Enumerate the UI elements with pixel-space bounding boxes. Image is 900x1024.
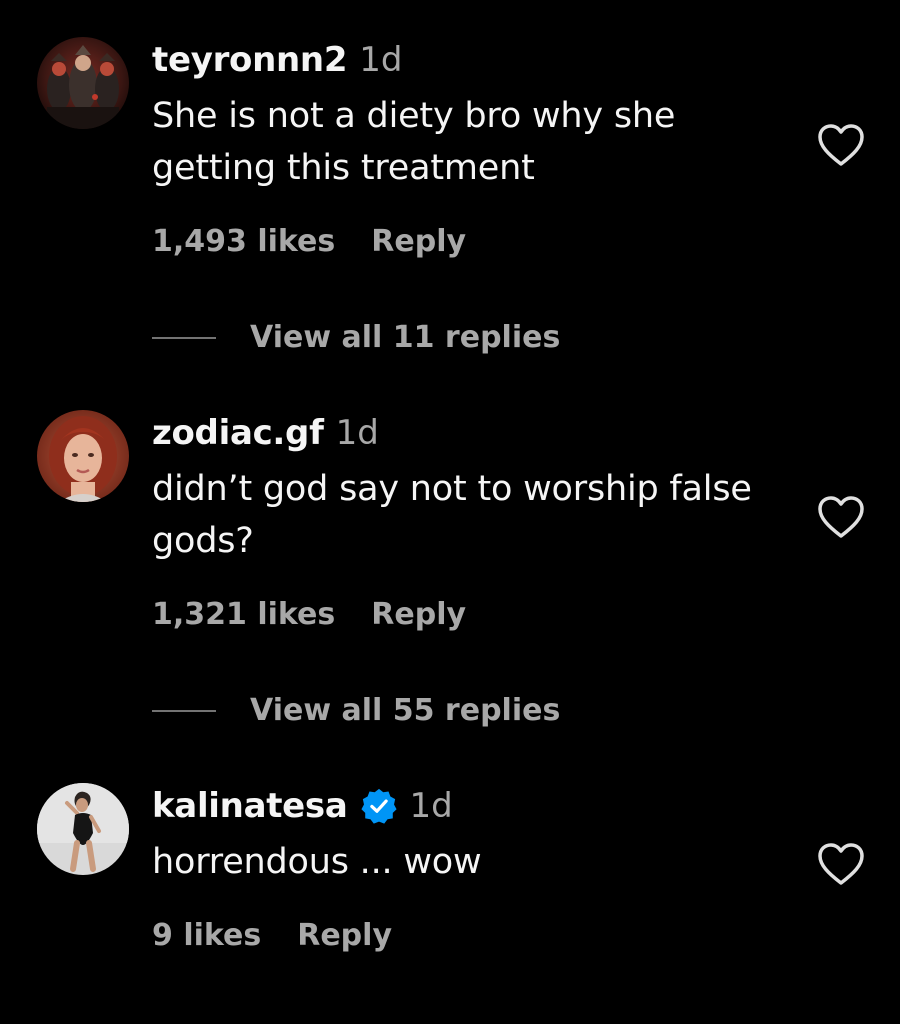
comment-header: kalinatesa 1d (152, 786, 453, 826)
avatar[interactable] (37, 410, 129, 502)
username[interactable]: teyronnn2 (152, 40, 347, 80)
divider (152, 709, 216, 712)
comment-text-line: gods? (152, 521, 254, 561)
comment-text-line: didn’t god say not to worship false (152, 469, 752, 509)
like-heart-icon[interactable] (816, 122, 866, 168)
likes-count[interactable]: 1,321 likes (152, 597, 335, 632)
comment-header: teyronnn2 1d (152, 40, 402, 80)
view-replies-button[interactable]: View all 55 replies (152, 693, 560, 728)
samurai-group-avatar-icon (37, 37, 129, 129)
comment-text-line: getting this treatment (152, 148, 535, 188)
timestamp: 1d (359, 40, 403, 80)
timestamp: 1d (409, 786, 453, 826)
reply-button[interactable]: Reply (371, 224, 466, 259)
comment-header: zodiac.gf 1d (152, 413, 379, 453)
username[interactable]: zodiac.gf (152, 413, 324, 453)
comment-text: She is not a diety bro why she getting t… (152, 90, 792, 194)
red-haired-woman-avatar-icon (37, 410, 129, 502)
comment-text: didn’t god say not to worship false gods… (152, 463, 792, 567)
verified-badge-icon (360, 787, 398, 825)
like-heart-icon[interactable] (816, 494, 866, 540)
likes-count[interactable]: 9 likes (152, 918, 261, 953)
comment-text-line: She is not a diety bro why she (152, 96, 676, 136)
comment-text: horrendous ... wow (152, 836, 792, 888)
like-heart-icon[interactable] (816, 841, 866, 887)
view-replies-label: View all 55 replies (250, 693, 561, 728)
timestamp: 1d (335, 413, 379, 453)
comment-text-line: horrendous ... wow (152, 842, 482, 882)
likes-count[interactable]: 1,493 likes (152, 224, 335, 259)
comment-meta: 1,321 likes Reply (152, 597, 466, 632)
reply-button[interactable]: Reply (371, 597, 466, 632)
username[interactable]: kalinatesa (152, 786, 348, 826)
reply-button[interactable]: Reply (297, 918, 392, 953)
avatar[interactable] (37, 783, 129, 875)
comment-meta: 9 likes Reply (152, 918, 392, 953)
view-replies-label: View all 11 replies (250, 320, 561, 355)
view-replies-button[interactable]: View all 11 replies (152, 320, 560, 355)
divider (152, 336, 216, 339)
avatar[interactable] (37, 37, 129, 129)
comment-meta: 1,493 likes Reply (152, 224, 466, 259)
woman-swimsuit-avatar-icon (37, 783, 129, 875)
